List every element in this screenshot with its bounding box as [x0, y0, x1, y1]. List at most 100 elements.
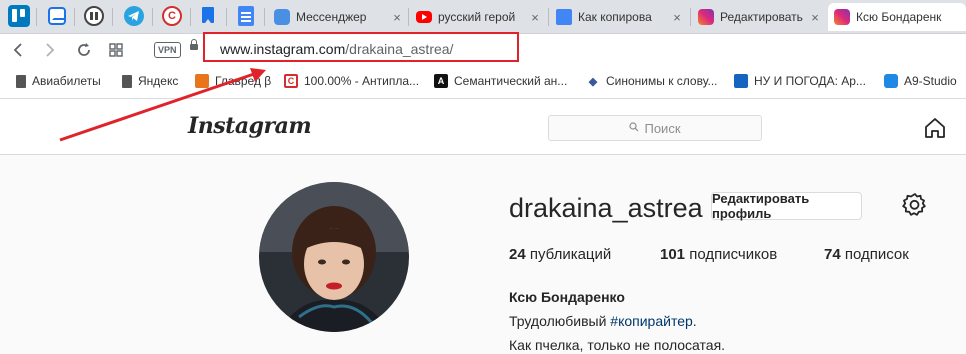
- pinned-tab-trello[interactable]: [8, 5, 30, 27]
- instagram-icon: [834, 9, 850, 25]
- pause-icon-bar: [95, 12, 98, 20]
- reload-button[interactable]: [74, 40, 94, 60]
- bookmark-label: Главред β: [215, 74, 272, 88]
- tab-instagram-profile[interactable]: Ксю Бондаренк: [828, 3, 966, 31]
- copyright-icon: C: [284, 74, 298, 88]
- bookmark-icon: [205, 19, 211, 23]
- followers-stat[interactable]: 101 подписчиков: [660, 246, 777, 263]
- profile-bio-line: Как пчелка, только не полосатая.: [509, 337, 726, 353]
- hashtag-link[interactable]: #копирайтер: [610, 313, 692, 329]
- bio-text: Трудолюбивый: [509, 313, 611, 329]
- tab-separator: [690, 8, 691, 26]
- close-icon[interactable]: ×: [390, 10, 404, 25]
- instagram-icon: [698, 9, 714, 25]
- instagram-header: Instagram Поиск: [0, 99, 966, 155]
- followers-count: 101: [660, 246, 686, 263]
- bookmark-label: Авиабилеты: [32, 74, 101, 88]
- tab-separator: [264, 8, 265, 26]
- bookmark-item[interactable]: НУ И ПОГОДА: Ар...: [734, 74, 866, 88]
- pinned-tab-docs[interactable]: [238, 6, 254, 26]
- pinned-tab-telegram[interactable]: [124, 6, 144, 26]
- glavred-icon: [195, 74, 209, 88]
- weather-icon: [734, 74, 748, 88]
- following-label: подписок: [844, 246, 909, 263]
- bookmark-item[interactable]: Авиабилеты: [16, 74, 101, 88]
- back-button[interactable]: [8, 40, 28, 60]
- lock-icon[interactable]: [190, 39, 198, 50]
- gear-icon: [902, 193, 926, 216]
- tab-strip: C Мессенджер × русский герой × Как копир…: [0, 0, 966, 34]
- tab-separator: [548, 8, 549, 26]
- copyright-icon: C: [168, 10, 176, 22]
- bookmark-label: 100.00% - Антипла...: [304, 74, 420, 88]
- profile-avatar[interactable]: [259, 182, 409, 332]
- back-arrow-icon: [13, 43, 22, 57]
- followers-label: подписчиков: [689, 246, 778, 263]
- file-icon: [16, 74, 26, 88]
- bookmark-item[interactable]: ◆ Синонимы к слову...: [586, 74, 718, 88]
- close-icon[interactable]: ×: [528, 10, 542, 25]
- reload-icon: [78, 43, 90, 56]
- posts-label: публикаций: [529, 246, 612, 263]
- following-count: 74: [824, 246, 841, 263]
- a9-icon: [884, 74, 898, 88]
- settings-button[interactable]: [902, 192, 928, 218]
- pinned-tab-copyright[interactable]: C: [162, 6, 182, 26]
- bookmark-item[interactable]: C 100.00% - Антипла...: [284, 74, 419, 88]
- tab-separator: [36, 8, 37, 26]
- trello-icon: [12, 9, 17, 22]
- instagram-logo[interactable]: Instagram: [188, 113, 312, 139]
- tab-separator: [408, 8, 409, 26]
- youtube-icon: [416, 11, 432, 23]
- bookmark-label: Синонимы к слову...: [606, 74, 718, 88]
- tab-instagram-edit[interactable]: Редактировать ×: [692, 3, 826, 31]
- home-button[interactable]: [924, 117, 946, 139]
- bookmarks-bar: Авиабилеты Яндекс Главред β C 100.00% - …: [0, 66, 966, 99]
- following-stat[interactable]: 74 подписок: [824, 246, 909, 263]
- docs-icon: [556, 9, 572, 25]
- url-highlight-box: [203, 32, 519, 62]
- tab-separator: [74, 8, 75, 26]
- bookmark-item[interactable]: A9-Studio: [884, 74, 957, 88]
- posts-stat: 24 публикаций: [509, 246, 611, 263]
- tab-youtube[interactable]: русский герой ×: [410, 3, 546, 31]
- edit-profile-button[interactable]: Редактировать профиль: [711, 191, 862, 221]
- bookmark-item[interactable]: A Семантический ан...: [434, 74, 567, 88]
- vpn-badge[interactable]: VPN: [154, 42, 181, 58]
- file-icon: [122, 74, 132, 88]
- profile-bio-line: Трудолюбивый #копирайтер.: [509, 313, 697, 329]
- tab-docs[interactable]: Как копирова ×: [550, 3, 688, 31]
- bio-punctuation: .: [692, 313, 697, 329]
- speed-dial-button[interactable]: [106, 40, 126, 60]
- bookmark-label: Семантический ан...: [454, 74, 568, 88]
- grid-icon: [109, 43, 123, 57]
- mail-icon: [52, 12, 64, 20]
- bookmark-item[interactable]: Яндекс: [122, 74, 178, 88]
- docs-icon: [241, 12, 251, 14]
- pinned-tab-pause[interactable]: [84, 6, 104, 26]
- home-icon: [925, 118, 945, 138]
- tab-separator: [152, 8, 153, 26]
- forward-button[interactable]: [40, 40, 60, 60]
- pinned-tab-bookmark[interactable]: [202, 7, 214, 23]
- tab-title: Ксю Бондаренк: [856, 10, 942, 24]
- tab-title: русский герой: [438, 10, 516, 24]
- close-icon[interactable]: ×: [808, 10, 822, 25]
- forward-arrow-icon: [46, 43, 55, 57]
- search-input[interactable]: Поиск: [548, 115, 762, 141]
- trello-icon-right: [20, 9, 25, 17]
- pause-icon: [90, 12, 93, 20]
- tab-messenger[interactable]: Мессенджер ×: [268, 3, 408, 31]
- search-icon: [629, 121, 639, 135]
- profile-username: drakaina_astrea: [509, 193, 703, 223]
- tab-separator: [226, 8, 227, 26]
- close-icon[interactable]: ×: [670, 10, 684, 25]
- telegram-icon: [128, 11, 139, 21]
- profile-full-name: Ксю Бондаренко: [509, 289, 625, 305]
- tab-separator: [190, 8, 191, 26]
- letter-a-icon: A: [434, 74, 448, 88]
- messenger-icon: [274, 9, 290, 25]
- bookmark-item[interactable]: Главред β: [195, 74, 271, 88]
- search-placeholder: Поиск: [644, 120, 681, 136]
- pinned-tab-mail[interactable]: [48, 7, 66, 25]
